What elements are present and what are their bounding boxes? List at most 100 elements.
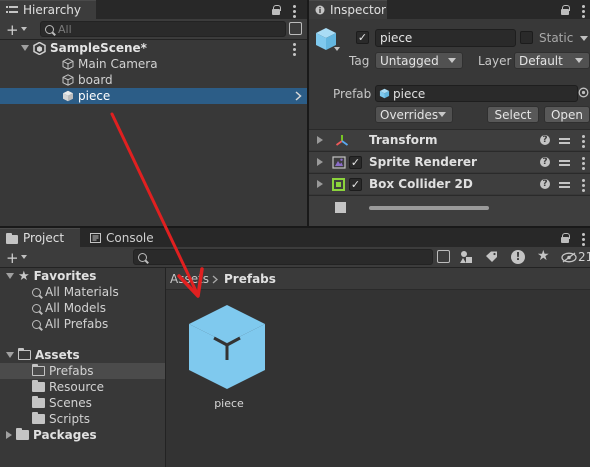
scene-name: SampleScene* — [50, 41, 147, 55]
tab-project[interactable]: Project — [0, 228, 80, 247]
object-picker-icon[interactable] — [578, 87, 589, 98]
label-tag-icon[interactable] — [485, 251, 498, 263]
box-collider-icon — [332, 178, 345, 191]
expand-triangle-icon[interactable] — [6, 352, 14, 358]
folder-icon — [6, 232, 18, 244]
prefab-cube-icon — [189, 305, 265, 389]
expand-triangle-icon[interactable] — [317, 136, 323, 144]
component-sprite-renderer[interactable]: ✓ Sprite Renderer ? — [309, 151, 590, 172]
search-filter-icon[interactable] — [437, 250, 450, 263]
select-button[interactable]: Select — [487, 106, 539, 123]
project-search-input[interactable] — [133, 249, 433, 265]
component-menu-icon[interactable] — [581, 157, 585, 170]
component-enabled-checkbox[interactable]: ✓ — [349, 178, 362, 191]
static-dropdown-icon[interactable] — [580, 36, 588, 41]
add-icon[interactable]: + — [6, 249, 19, 267]
scene-menu-icon[interactable] — [292, 43, 296, 56]
favorite-star-icon[interactable]: ★ — [537, 248, 550, 264]
add-icon[interactable]: + — [6, 21, 19, 39]
favorites-header[interactable]: ★ Favorites — [0, 268, 96, 284]
tab-console[interactable]: Console — [84, 228, 154, 247]
console-icon — [90, 232, 101, 243]
hierarchy-search-placeholder: All — [58, 22, 72, 36]
breadcrumb-assets[interactable]: Assets — [170, 272, 209, 286]
tab-hierarchy[interactable]: Hierarchy — [0, 0, 96, 19]
favorites-label: Favorites — [33, 269, 97, 283]
favorite-item-all-materials[interactable]: All Materials — [0, 284, 119, 300]
presets-icon[interactable] — [559, 158, 570, 167]
tag-dropdown[interactable]: Untagged — [375, 52, 463, 69]
breadcrumb-chevron-icon — [212, 275, 218, 284]
search-icon — [32, 319, 41, 329]
assets-folder[interactable]: Assets — [0, 347, 80, 363]
static-label: Static — [539, 31, 574, 45]
open-button[interactable]: Open — [544, 106, 590, 123]
add-dropdown-icon[interactable] — [21, 255, 27, 259]
chevron-right-icon[interactable] — [295, 91, 302, 101]
scene-row[interactable]: SampleScene* — [0, 40, 307, 56]
hierarchy-item-main-camera[interactable]: Main Camera — [0, 56, 158, 72]
lock-icon[interactable] — [561, 5, 570, 15]
expand-triangle-icon[interactable] — [317, 158, 323, 166]
log-filter-icon[interactable]: ! — [511, 250, 525, 264]
folder-icon — [32, 396, 45, 408]
breadcrumb: Assets Prefabs — [166, 268, 590, 290]
folder-resource[interactable]: Resource — [0, 379, 104, 395]
expand-triangle-icon[interactable] — [6, 273, 14, 279]
component-menu-icon[interactable] — [581, 179, 585, 192]
hidden-packages-eye-icon[interactable] — [561, 252, 577, 263]
folder-open-icon — [17, 347, 31, 360]
more-menu-icon[interactable] — [581, 5, 585, 18]
add-dropdown-icon[interactable] — [21, 27, 27, 31]
favorite-item-all-prefabs[interactable]: All Prefabs — [0, 316, 108, 332]
help-icon[interactable]: ? — [540, 135, 550, 145]
lock-icon[interactable] — [272, 5, 281, 15]
help-icon[interactable]: ? — [540, 157, 550, 167]
folder-scripts[interactable]: Scripts — [0, 411, 90, 427]
hierarchy-item-label: board — [78, 73, 113, 87]
folder-label: Resource — [49, 380, 105, 394]
folder-prefabs[interactable]: Prefabs — [0, 363, 165, 379]
hierarchy-item-board[interactable]: board — [0, 72, 113, 88]
prefab-field[interactable]: piece — [375, 85, 578, 102]
hierarchy-item-label: piece — [78, 89, 111, 103]
icon-picker-dropdown-icon[interactable] — [334, 47, 340, 51]
component-menu-icon[interactable] — [581, 135, 585, 148]
component-box-collider[interactable]: ✓ Box Collider 2D ? — [309, 173, 590, 194]
filter-by-type-icon[interactable] — [459, 250, 475, 264]
asset-tile-piece[interactable]: piece — [182, 300, 272, 412]
tab-inspector[interactable]: Inspector — [309, 0, 387, 19]
expand-triangle-icon[interactable] — [21, 45, 29, 51]
assets-label: Assets — [35, 348, 80, 362]
active-checkbox[interactable]: ✓ — [356, 31, 369, 44]
search-filter-icon[interactable] — [289, 22, 302, 35]
gameobject-icon — [62, 74, 74, 86]
tab-hierarchy-label: Hierarchy — [23, 3, 82, 17]
favorite-item-all-models[interactable]: All Models — [0, 300, 106, 316]
collapse-triangle-icon[interactable] — [6, 431, 12, 439]
help-icon[interactable]: ? — [540, 179, 550, 189]
folder-label: Scenes — [49, 396, 92, 410]
layer-dropdown[interactable]: Default — [514, 52, 590, 69]
hierarchy-search-input[interactable]: All — [40, 21, 286, 37]
breadcrumb-prefabs[interactable]: Prefabs — [224, 272, 276, 286]
more-menu-icon[interactable] — [581, 233, 585, 246]
overrides-dropdown[interactable]: Overrides — [375, 106, 453, 123]
component-name: Box Collider 2D — [369, 177, 473, 191]
presets-icon[interactable] — [559, 180, 570, 189]
folder-scenes[interactable]: Scenes — [0, 395, 92, 411]
lock-icon[interactable] — [561, 233, 570, 243]
component-transform[interactable]: Transform ? — [309, 129, 590, 150]
layer-label: Layer — [478, 54, 512, 68]
object-name-field[interactable]: piece — [375, 29, 516, 47]
presets-icon[interactable] — [559, 136, 570, 145]
packages-folder[interactable]: Packages — [0, 427, 97, 443]
static-checkbox[interactable] — [520, 31, 533, 44]
expand-triangle-icon[interactable] — [317, 180, 323, 188]
hierarchy-item-piece[interactable]: piece — [0, 88, 307, 104]
search-icon — [32, 287, 41, 297]
folder-label: Prefabs — [49, 364, 94, 378]
component-enabled-checkbox[interactable]: ✓ — [349, 156, 362, 169]
project-toolbar: + ! ★ 21 — [0, 247, 590, 268]
more-menu-icon[interactable] — [292, 5, 296, 18]
